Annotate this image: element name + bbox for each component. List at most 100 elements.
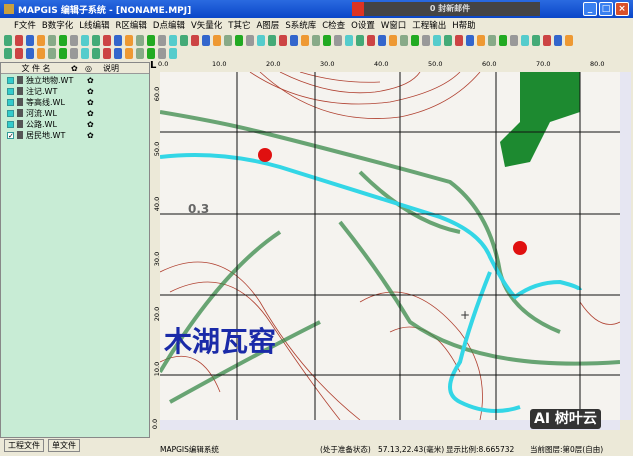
toolbar-tool-icon[interactable] — [389, 34, 397, 46]
toolbar-tool-icon[interactable] — [114, 47, 122, 59]
menu-item[interactable]: S系统库 — [285, 19, 316, 31]
toolbar-tool-icon[interactable] — [532, 34, 540, 46]
toolbar-tool-icon[interactable] — [70, 34, 78, 46]
toolbar-tool-icon[interactable] — [202, 34, 210, 46]
visibility-checkbox[interactable]: ✓ — [7, 131, 14, 139]
toolbar-tool-icon[interactable] — [378, 34, 386, 46]
toolbar-tool-icon[interactable] — [147, 47, 155, 59]
toolbar-tool-icon[interactable] — [48, 47, 56, 59]
toolbar-tool-icon[interactable] — [411, 34, 419, 46]
toolbar-tool-icon[interactable] — [422, 34, 430, 46]
toolbar-tool-icon[interactable] — [191, 34, 199, 46]
file-list-item[interactable]: ✓ 居民地.WT ✿ — [1, 130, 149, 140]
toolbar-tool-icon[interactable] — [125, 47, 133, 59]
visibility-checkbox[interactable] — [7, 76, 14, 84]
toolbar-tool-icon[interactable] — [92, 34, 100, 46]
file-list-item[interactable]: 独立地物.WT ✿ — [1, 75, 149, 85]
notification-bar[interactable]: 0 封新邮件 — [352, 2, 540, 16]
menu-item[interactable]: H帮助 — [452, 19, 475, 31]
toolbar-tool-icon[interactable] — [81, 47, 89, 59]
menu-item[interactable]: L线编辑 — [79, 19, 109, 31]
toolbar-tool-icon[interactable] — [565, 34, 573, 46]
toolbar-tool-icon[interactable] — [400, 34, 408, 46]
file-list-item[interactable]: 注记.WT ✿ — [1, 86, 149, 96]
menu-item[interactable]: B数字化 — [42, 19, 73, 31]
toolbar-tool-icon[interactable] — [367, 34, 375, 46]
menu-item[interactable]: V矢量化 — [191, 19, 222, 31]
menu-item[interactable]: 工程输出 — [412, 19, 446, 31]
toolbar-tool-icon[interactable] — [15, 34, 23, 46]
toolbar-tool-icon[interactable] — [345, 34, 353, 46]
menu-item[interactable]: O设置 — [351, 19, 375, 31]
toolbar-tool-icon[interactable] — [488, 34, 496, 46]
menu-item[interactable]: W窗口 — [381, 19, 406, 31]
toolbar-tool-icon[interactable] — [246, 34, 254, 46]
toolbar-tool-icon[interactable] — [510, 34, 518, 46]
visibility-checkbox[interactable] — [7, 120, 14, 128]
toolbar-tool-icon[interactable] — [213, 34, 221, 46]
toolbar-tool-icon[interactable] — [235, 34, 243, 46]
menu-item[interactable]: R区编辑 — [115, 19, 146, 31]
toolbar-tool-icon[interactable] — [158, 34, 166, 46]
toolbar-tool-icon[interactable] — [48, 34, 56, 46]
visibility-checkbox[interactable] — [7, 87, 14, 95]
toolbar-tool-icon[interactable] — [169, 34, 177, 46]
toolbar-tool-icon[interactable] — [554, 34, 562, 46]
file-list-item[interactable]: 河流.WL ✿ — [1, 108, 149, 118]
toolbar-tool-icon[interactable] — [180, 34, 188, 46]
toolbar-tool-icon[interactable] — [103, 47, 111, 59]
toolbar-tool-icon[interactable] — [70, 47, 78, 59]
toolbar-tool-icon[interactable] — [444, 34, 452, 46]
visibility-checkbox[interactable] — [7, 98, 14, 106]
toolbar-tool-icon[interactable] — [224, 34, 232, 46]
toolbar-tool-icon[interactable] — [521, 34, 529, 46]
vertical-scrollbar[interactable] — [620, 72, 631, 420]
menu-item[interactable]: D点编辑 — [153, 19, 185, 31]
toolbar-tool-icon[interactable] — [499, 34, 507, 46]
toolbar-tool-icon[interactable] — [26, 47, 34, 59]
toolbar-tool-icon[interactable] — [290, 34, 298, 46]
toolbar-tool-icon[interactable] — [136, 47, 144, 59]
toolbar-tool-icon[interactable] — [26, 34, 34, 46]
toolbar-tool-icon[interactable] — [356, 34, 364, 46]
menu-item[interactable]: A图层 — [256, 19, 279, 31]
toolbar-tool-icon[interactable] — [136, 34, 144, 46]
menu-item[interactable]: T其它 — [228, 19, 250, 31]
toolbar-tool-icon[interactable] — [37, 34, 45, 46]
map-canvas[interactable]: + 0.3 木湖瓦窑 — [160, 72, 620, 420]
toolbar-tool-icon[interactable] — [92, 47, 100, 59]
toolbar-tool-icon[interactable] — [59, 34, 67, 46]
toolbar-tool-icon[interactable] — [103, 34, 111, 46]
menu-item[interactable]: F文件 — [14, 19, 36, 31]
toolbar-tool-icon[interactable] — [125, 34, 133, 46]
toolbar-tool-icon[interactable] — [466, 34, 474, 46]
minimize-button[interactable]: _ — [583, 2, 597, 16]
toolbar-tool-icon[interactable] — [301, 34, 309, 46]
close-button[interactable]: × — [615, 2, 629, 16]
toolbar-tool-icon[interactable] — [114, 34, 122, 46]
toolbar-tool-icon[interactable] — [4, 34, 12, 46]
toolbar-tool-icon[interactable] — [477, 34, 485, 46]
file-list-item[interactable]: 等高线.WL ✿ — [1, 97, 149, 107]
toolbar-tool-icon[interactable] — [543, 34, 551, 46]
toolbar-tool-icon[interactable] — [279, 34, 287, 46]
toolbar-tool-icon[interactable] — [323, 34, 331, 46]
toolbar-tool-icon[interactable] — [455, 34, 463, 46]
toolbar-tool-icon[interactable] — [257, 34, 265, 46]
toolbar-tool-icon[interactable] — [433, 34, 441, 46]
toolbar-tool-icon[interactable] — [312, 34, 320, 46]
visibility-checkbox[interactable] — [7, 109, 14, 117]
toolbar-tool-icon[interactable] — [15, 47, 23, 59]
toolbar-tool-icon[interactable] — [59, 47, 67, 59]
maximize-button[interactable]: □ — [599, 2, 613, 16]
file-list-item[interactable]: 公路.WL ✿ — [1, 119, 149, 129]
menu-item[interactable]: C检查 — [322, 19, 345, 31]
toolbar-tool-icon[interactable] — [268, 34, 276, 46]
toolbar-tool-icon[interactable] — [169, 47, 177, 59]
toolbar-tool-icon[interactable] — [81, 34, 89, 46]
toolbar-tool-icon[interactable] — [334, 34, 342, 46]
toolbar-tool-icon[interactable] — [158, 47, 166, 59]
toolbar-tool-icon[interactable] — [147, 34, 155, 46]
toolbar-tool-icon[interactable] — [37, 47, 45, 59]
toolbar-tool-icon[interactable] — [4, 47, 12, 59]
